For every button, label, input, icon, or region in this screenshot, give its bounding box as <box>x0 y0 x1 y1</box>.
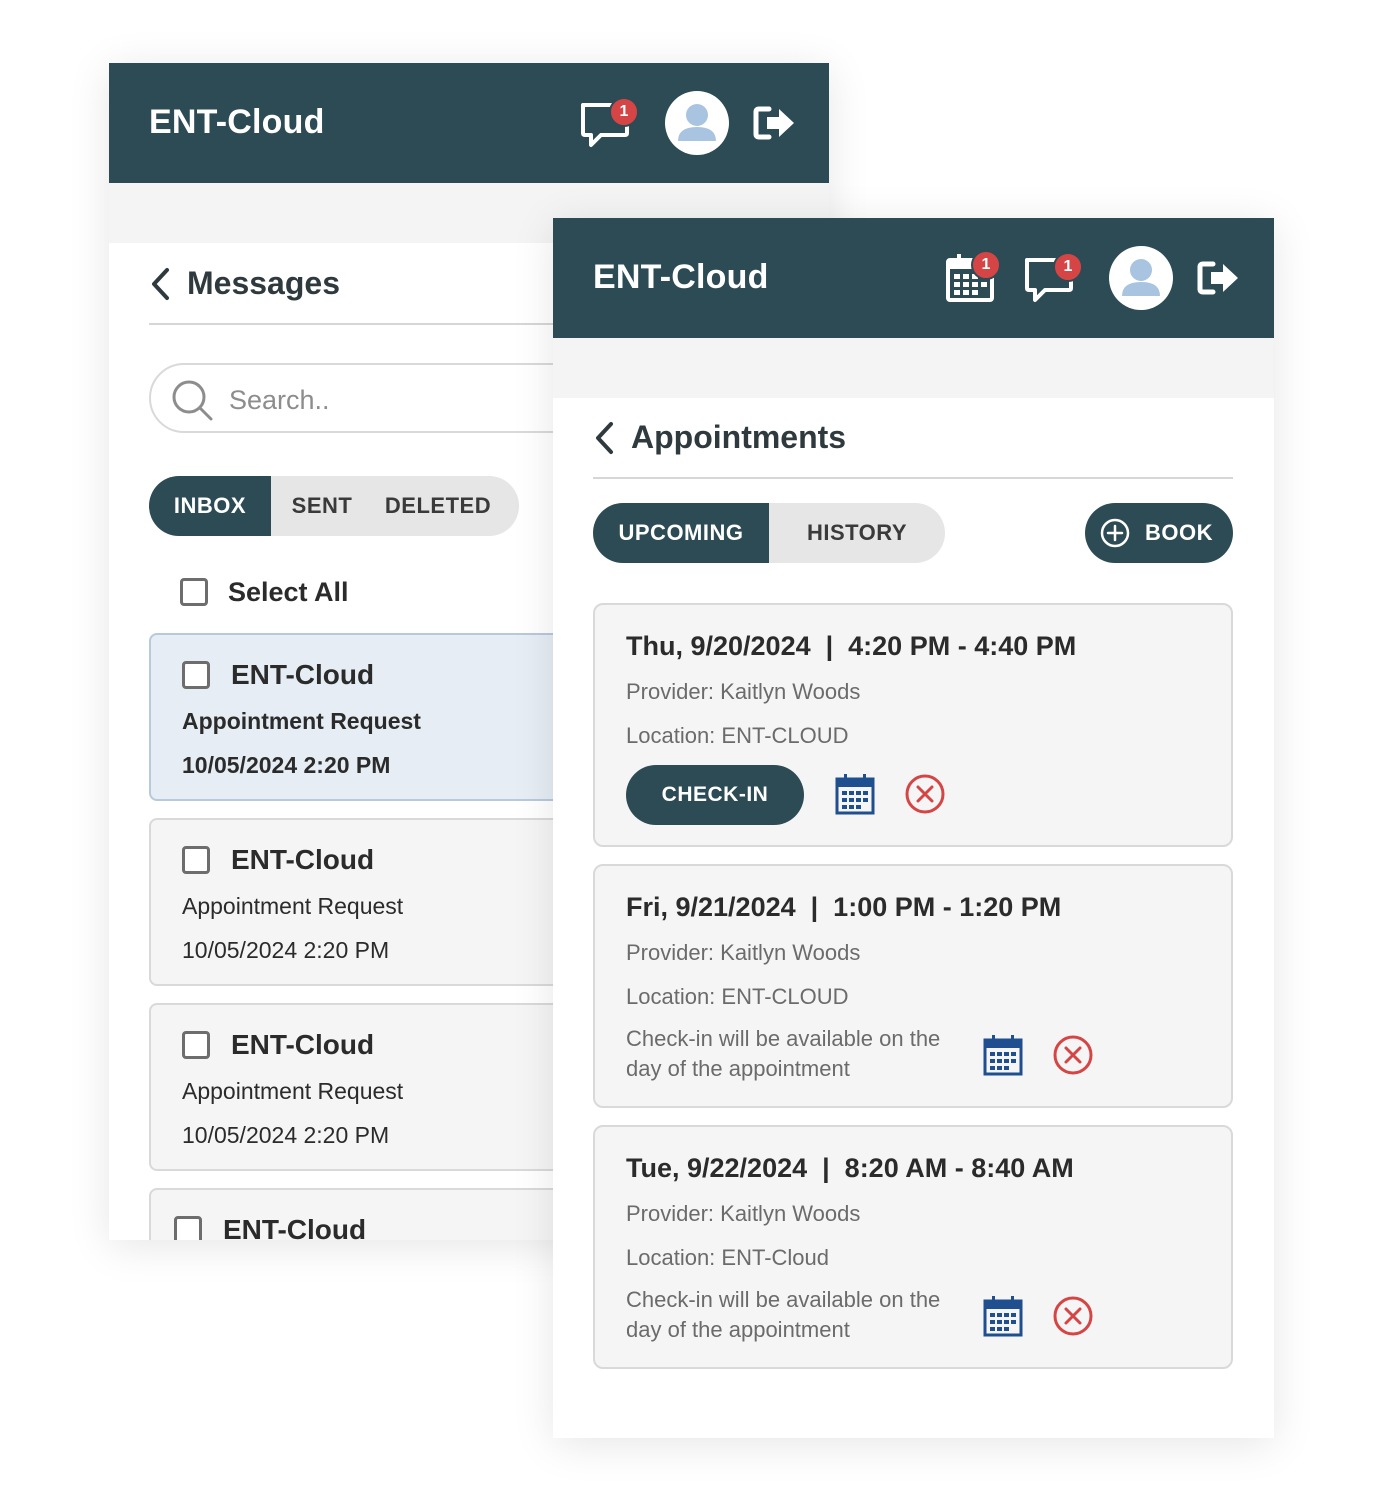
appointment-card: Thu, 9/20/2024 | 4:20 PM - 4:40 PM Provi… <box>593 603 1233 847</box>
message-checkbox[interactable] <box>182 846 210 874</box>
cancel-appointment-button[interactable] <box>904 773 946 820</box>
tab-history[interactable]: HISTORY <box>769 503 945 563</box>
book-label: BOOK <box>1145 520 1213 545</box>
appointment-datetime: Fri, 9/21/2024 | 1:00 PM - 1:20 PM <box>626 892 1062 922</box>
appointment-location: Location: ENT-Cloud <box>626 1245 829 1270</box>
add-to-calendar-button[interactable] <box>983 1295 1023 1342</box>
app-header: ENT-Cloud 1 <box>109 63 829 183</box>
message-sender: ENT-Cloud <box>231 1029 375 1060</box>
book-button[interactable]: BOOK <box>1085 503 1233 563</box>
message-subject: Appointment Request <box>182 893 404 919</box>
appointment-card: Tue, 9/22/2024 | 8:20 AM - 8:40 AM Provi… <box>593 1125 1233 1369</box>
back-chevron-icon <box>152 268 169 300</box>
appointments-count-badge: 1 <box>971 250 1001 280</box>
page-title: Appointments <box>631 419 847 455</box>
message-date: 10/05/2024 2:20 PM <box>182 937 390 963</box>
add-to-calendar-button[interactable] <box>835 773 875 820</box>
message-sender: ENT-Cloud <box>231 659 375 690</box>
tab-deleted[interactable]: DELETED <box>373 476 503 536</box>
message-date: 10/05/2024 2:20 PM <box>182 752 391 778</box>
appointment-card: Fri, 9/21/2024 | 1:00 PM - 1:20 PM Provi… <box>593 864 1233 1108</box>
search-icon <box>172 380 213 421</box>
select-all-label: Select All <box>228 577 349 607</box>
message-sender: ENT-Cloud <box>231 844 375 875</box>
messages-count-badge: 1 <box>609 97 639 127</box>
message-checkbox[interactable] <box>182 661 210 689</box>
messages-count-badge: 1 <box>1053 252 1083 282</box>
cancel-icon <box>905 774 945 814</box>
message-date: 10/05/2024 2:20 PM <box>182 1122 390 1148</box>
appointment-location: Location: ENT-CLOUD <box>626 984 849 1009</box>
check-in-button[interactable]: CHECK-IN <box>626 765 804 825</box>
message-folder-tabs: INBOX SENT DELETED <box>149 476 519 536</box>
appointments-screen: ENT-Cloud 1 1 Appointments UPCOMING HIST… <box>553 218 1274 1438</box>
back-button[interactable] <box>149 267 171 306</box>
cancel-icon <box>1053 1296 1093 1336</box>
add-to-calendar-button[interactable] <box>983 1034 1023 1081</box>
select-all-checkbox[interactable] <box>180 578 208 606</box>
calendar-icon <box>983 1296 1023 1337</box>
appointment-provider: Provider: Kaitlyn Woods <box>626 1201 861 1226</box>
message-sender: ENT-Cloud <box>223 1214 367 1240</box>
appointments-button[interactable]: 1 <box>945 250 1001 309</box>
logout-button[interactable] <box>751 103 797 148</box>
tab-sent[interactable]: SENT <box>271 476 373 536</box>
logout-icon <box>1197 261 1238 295</box>
logout-icon <box>753 106 794 140</box>
search-placeholder: Search.. <box>229 385 330 415</box>
appointment-datetime: Thu, 9/20/2024 | 4:20 PM - 4:40 PM <box>626 631 1077 661</box>
appointment-location: Location: ENT-CLOUD <box>626 723 849 748</box>
app-header: ENT-Cloud 1 1 <box>553 218 1274 338</box>
logout-button[interactable] <box>1195 258 1241 303</box>
app-title: ENT-Cloud <box>593 258 769 296</box>
cancel-icon <box>1053 1035 1093 1075</box>
page-title: Messages <box>187 265 340 301</box>
check-in-availability-note: Check-in will be available on the day of… <box>626 1026 941 1081</box>
back-button[interactable] <box>593 421 615 460</box>
appointment-tabs: UPCOMING HISTORY <box>593 503 945 563</box>
message-subject: Appointment Request <box>182 1078 404 1104</box>
appointment-datetime: Tue, 9/22/2024 | 8:20 AM - 8:40 AM <box>626 1153 1074 1183</box>
header-spacer <box>553 338 1274 398</box>
tab-upcoming[interactable]: UPCOMING <box>593 503 769 563</box>
calendar-icon <box>983 1035 1023 1076</box>
check-in-availability-note: Check-in will be available on the day of… <box>626 1287 941 1342</box>
add-circle-icon <box>1100 518 1130 548</box>
tab-inbox[interactable]: INBOX <box>149 476 271 536</box>
profile-button[interactable] <box>665 91 729 155</box>
avatar-icon <box>1122 259 1160 296</box>
title-divider <box>593 477 1233 479</box>
cancel-appointment-button[interactable] <box>1052 1034 1094 1081</box>
message-checkbox[interactable] <box>174 1216 202 1240</box>
app-title: ENT-Cloud <box>149 103 325 141</box>
profile-button[interactable] <box>1109 246 1173 310</box>
calendar-icon <box>835 774 875 815</box>
message-checkbox[interactable] <box>182 1031 210 1059</box>
appointment-provider: Provider: Kaitlyn Woods <box>626 940 861 965</box>
messages-button[interactable]: 1 <box>1023 252 1083 313</box>
appointment-provider: Provider: Kaitlyn Woods <box>626 679 861 704</box>
cancel-appointment-button[interactable] <box>1052 1295 1094 1342</box>
back-chevron-icon <box>596 422 613 454</box>
avatar-icon <box>678 104 716 141</box>
message-subject: Appointment Request <box>182 708 421 734</box>
messages-button[interactable]: 1 <box>579 97 639 158</box>
